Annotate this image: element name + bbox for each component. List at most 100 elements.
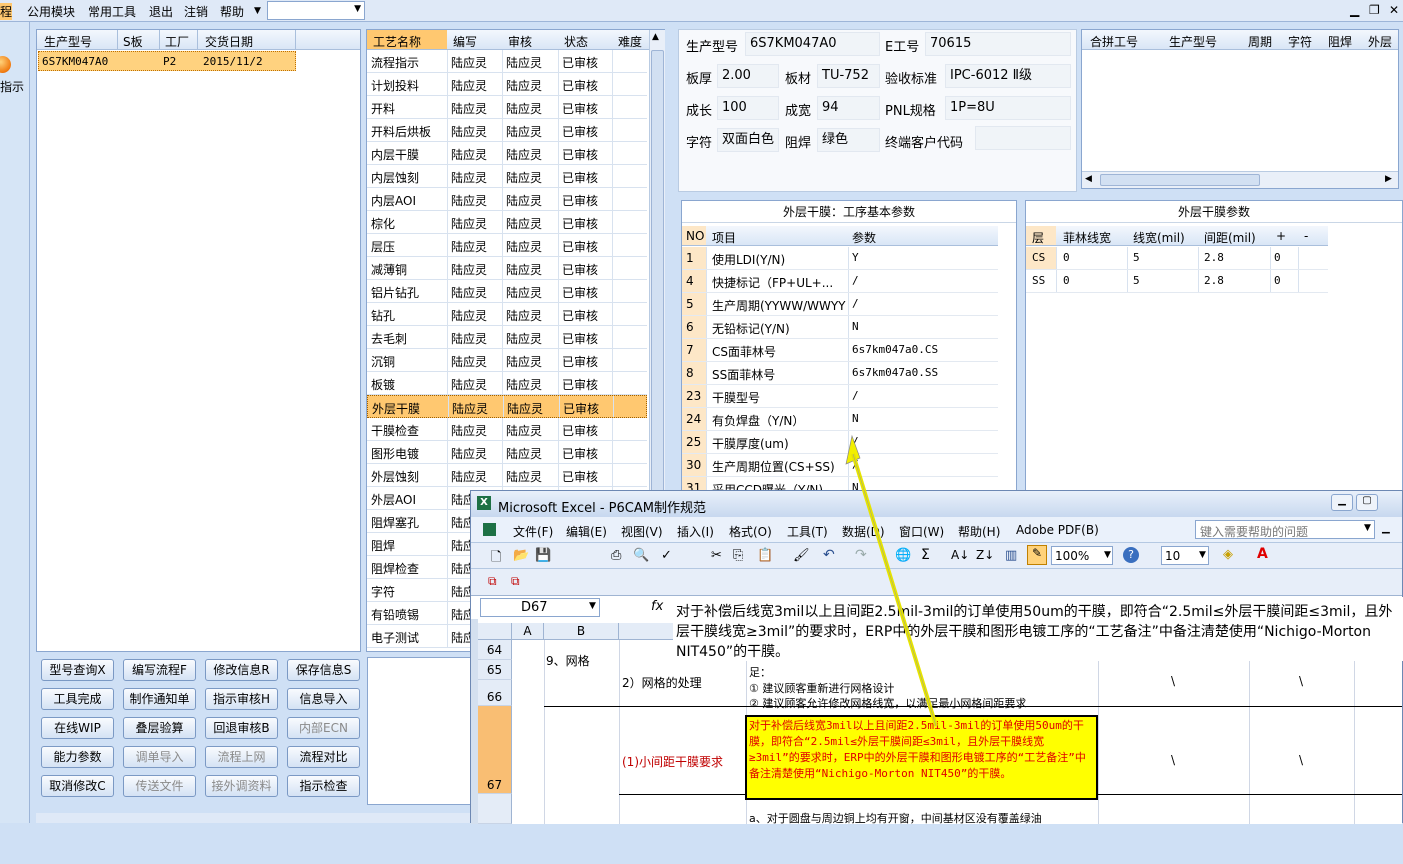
process-row[interactable]: 去毛刺 陆应灵 陆应灵 已审核 — [367, 326, 647, 349]
minimize-icon[interactable]: ▁ — [1331, 494, 1353, 511]
action-button[interactable]: 修改信息R — [205, 659, 278, 681]
chevron-down-icon[interactable]: ▼ — [254, 6, 261, 16]
open-folder-icon[interactable]: 📂 — [513, 548, 529, 563]
minimize-icon[interactable]: ▁ — [1350, 3, 1359, 17]
process-row[interactable]: 流程指示 陆应灵 陆应灵 已审核 — [367, 50, 647, 73]
field-pnl[interactable]: 1P=8U — [945, 96, 1071, 120]
col-combine-char[interactable]: 字符 — [1288, 33, 1312, 50]
scroll-left-icon[interactable]: ◀ — [1085, 174, 1092, 184]
action-button[interactable]: 传送文件 — [123, 775, 196, 797]
col-plus[interactable]: + — [1276, 229, 1286, 243]
action-button[interactable]: 流程上网 — [205, 746, 278, 768]
action-button[interactable]: 能力参数 — [41, 746, 114, 768]
action-button[interactable]: 编写流程F — [123, 659, 196, 681]
excel-menu-help[interactable]: 帮助(H) — [958, 523, 1000, 540]
col-combine-outer[interactable]: 外层 — [1368, 33, 1392, 50]
cell-f65[interactable]: \ — [1299, 674, 1303, 688]
menu-exit[interactable]: 退出 — [149, 3, 173, 20]
spelling-icon[interactable]: ✓ — [661, 548, 672, 563]
param-row[interactable]: 1 使用LDI(Y/N) Y — [682, 247, 998, 270]
chevron-down-icon[interactable]: ▼ — [1199, 550, 1206, 560]
print-preview-icon[interactable]: 🔍 — [633, 548, 649, 563]
row-header-64[interactable]: 64 — [478, 640, 512, 660]
process-row[interactable]: 棕化 陆应灵 陆应灵 已审核 — [367, 211, 647, 234]
col-spacing[interactable]: 间距(mil) — [1204, 229, 1256, 246]
col-combine-period[interactable]: 周期 — [1248, 33, 1272, 50]
menu-common-module[interactable]: 公用模块 — [27, 3, 75, 20]
col-model[interactable]: 生产型号 — [44, 33, 92, 50]
process-row[interactable]: 内层干膜 陆应灵 陆应灵 已审核 — [367, 142, 647, 165]
col-header-a[interactable]: A — [512, 623, 544, 640]
excel-menu-edit[interactable]: 编辑(E) — [566, 523, 607, 540]
minimize-icon[interactable]: ▁ — [1382, 523, 1390, 534]
cell-c65[interactable]: 2）网格的处理 — [622, 674, 702, 691]
action-button[interactable]: 接外调资料 — [205, 775, 278, 797]
col-factory[interactable]: 工厂 — [165, 33, 189, 50]
field-char[interactable]: 双面白色 — [717, 128, 779, 152]
menu-process[interactable]: 程 — [0, 3, 13, 20]
scroll-right-icon[interactable]: ▶ — [1385, 174, 1392, 184]
col-process-name[interactable]: 工艺名称 — [373, 33, 421, 50]
action-button[interactable]: 叠层验算 — [123, 717, 196, 739]
cut-icon[interactable]: ✂ — [711, 548, 722, 563]
film-row[interactable]: SS 0 5 2.8 0 — [1026, 270, 1328, 293]
copy-icon[interactable]: ⎘ — [733, 548, 743, 563]
pdf-icon[interactable]: ⧉ — [488, 574, 497, 589]
field-model[interactable]: 6S7KM047A0 — [745, 32, 880, 56]
orb-icon[interactable] — [0, 56, 11, 73]
product-row[interactable]: 6S7KM047A0 P2 2015/11/2 — [38, 51, 296, 71]
param-row[interactable]: 5 生产周期(YYWW/WWYY) / — [682, 293, 998, 316]
menu-help[interactable]: 帮助 — [220, 3, 244, 20]
col-date[interactable]: 交货日期 — [205, 33, 253, 50]
pdf-mail-icon[interactable]: ⧉ — [511, 574, 520, 589]
process-row[interactable]: 计划投料 陆应灵 陆应灵 已审核 — [367, 73, 647, 96]
action-button[interactable]: 流程对比 — [287, 746, 360, 768]
help-search-input[interactable]: 键入需要帮助的问题 — [1195, 520, 1375, 539]
col-status[interactable]: 状态 — [564, 33, 588, 50]
col-minus[interactable]: - — [1304, 229, 1308, 243]
action-button[interactable]: 信息导入 — [287, 688, 360, 710]
excel-menu-format[interactable]: 格式(O) — [729, 523, 772, 540]
col-film-width[interactable]: 菲林线宽 — [1063, 229, 1111, 246]
field-length[interactable]: 100 — [717, 96, 779, 120]
col-combine-no[interactable]: 合拼工号 — [1090, 33, 1138, 50]
name-box[interactable]: D67 — [480, 598, 600, 617]
field-mask[interactable]: 绿色 — [817, 128, 880, 152]
col-s[interactable]: S板 — [123, 33, 143, 50]
process-row[interactable]: 层压 陆应灵 陆应灵 已审核 — [367, 234, 647, 257]
process-row[interactable]: 钻孔 陆应灵 陆应灵 已审核 — [367, 303, 647, 326]
print-icon[interactable]: ⎙ — [611, 548, 621, 563]
col-line-width[interactable]: 线宽(mil) — [1133, 229, 1185, 246]
combine-hscrollbar[interactable]: ◀ ▶ — [1082, 171, 1398, 188]
menu-common-tools[interactable]: 常用工具 — [88, 3, 136, 20]
scroll-thumb[interactable] — [651, 50, 664, 510]
fill-color-icon[interactable]: ◈ — [1223, 547, 1233, 562]
excel-menu-pdf[interactable]: Adobe PDF(B) — [1016, 523, 1099, 537]
col-writer[interactable]: 编写 — [453, 33, 477, 50]
cell-d64[interactable]: 足： — [749, 664, 771, 680]
cell-e67[interactable]: \ — [1171, 753, 1175, 767]
process-row[interactable]: 沉铜 陆应灵 陆应灵 已审核 — [367, 349, 647, 372]
chevron-down-icon[interactable]: ▼ — [1104, 550, 1111, 560]
menu-combo[interactable]: ▼ — [267, 1, 365, 20]
col-param[interactable]: 参数 — [852, 229, 876, 246]
col-no[interactable]: NO — [686, 229, 704, 243]
cell-d68[interactable]: a、对于圆盘与周边铜上均有开窗，中间基材区没有覆盖绿油 — [749, 810, 1042, 826]
field-customer[interactable] — [975, 126, 1071, 150]
chart-icon[interactable]: ▥ — [1005, 548, 1017, 563]
sort-desc-icon[interactable]: Z↓ — [976, 548, 994, 562]
col-header-b[interactable]: B — [544, 623, 619, 640]
field-material[interactable]: TU-752 — [817, 64, 880, 88]
field-standard[interactable]: IPC-6012 Ⅱ级 — [945, 64, 1071, 88]
field-e-number[interactable]: 70615 — [925, 32, 1071, 56]
action-button[interactable]: 调单导入 — [123, 746, 196, 768]
col-combine-model[interactable]: 生产型号 — [1169, 33, 1217, 50]
cell-e65[interactable]: \ — [1171, 674, 1175, 688]
undo-icon[interactable]: ↶ — [823, 547, 835, 563]
col-difficulty[interactable]: 难度 — [618, 33, 642, 50]
row-header-66[interactable]: 66 — [478, 680, 512, 706]
action-button[interactable]: 工具完成 — [41, 688, 114, 710]
action-button[interactable]: 制作通知单 — [123, 688, 196, 710]
action-button[interactable]: 取消修改C — [41, 775, 114, 797]
process-row[interactable]: 内层蚀刻 陆应灵 陆应灵 已审核 — [367, 165, 647, 188]
